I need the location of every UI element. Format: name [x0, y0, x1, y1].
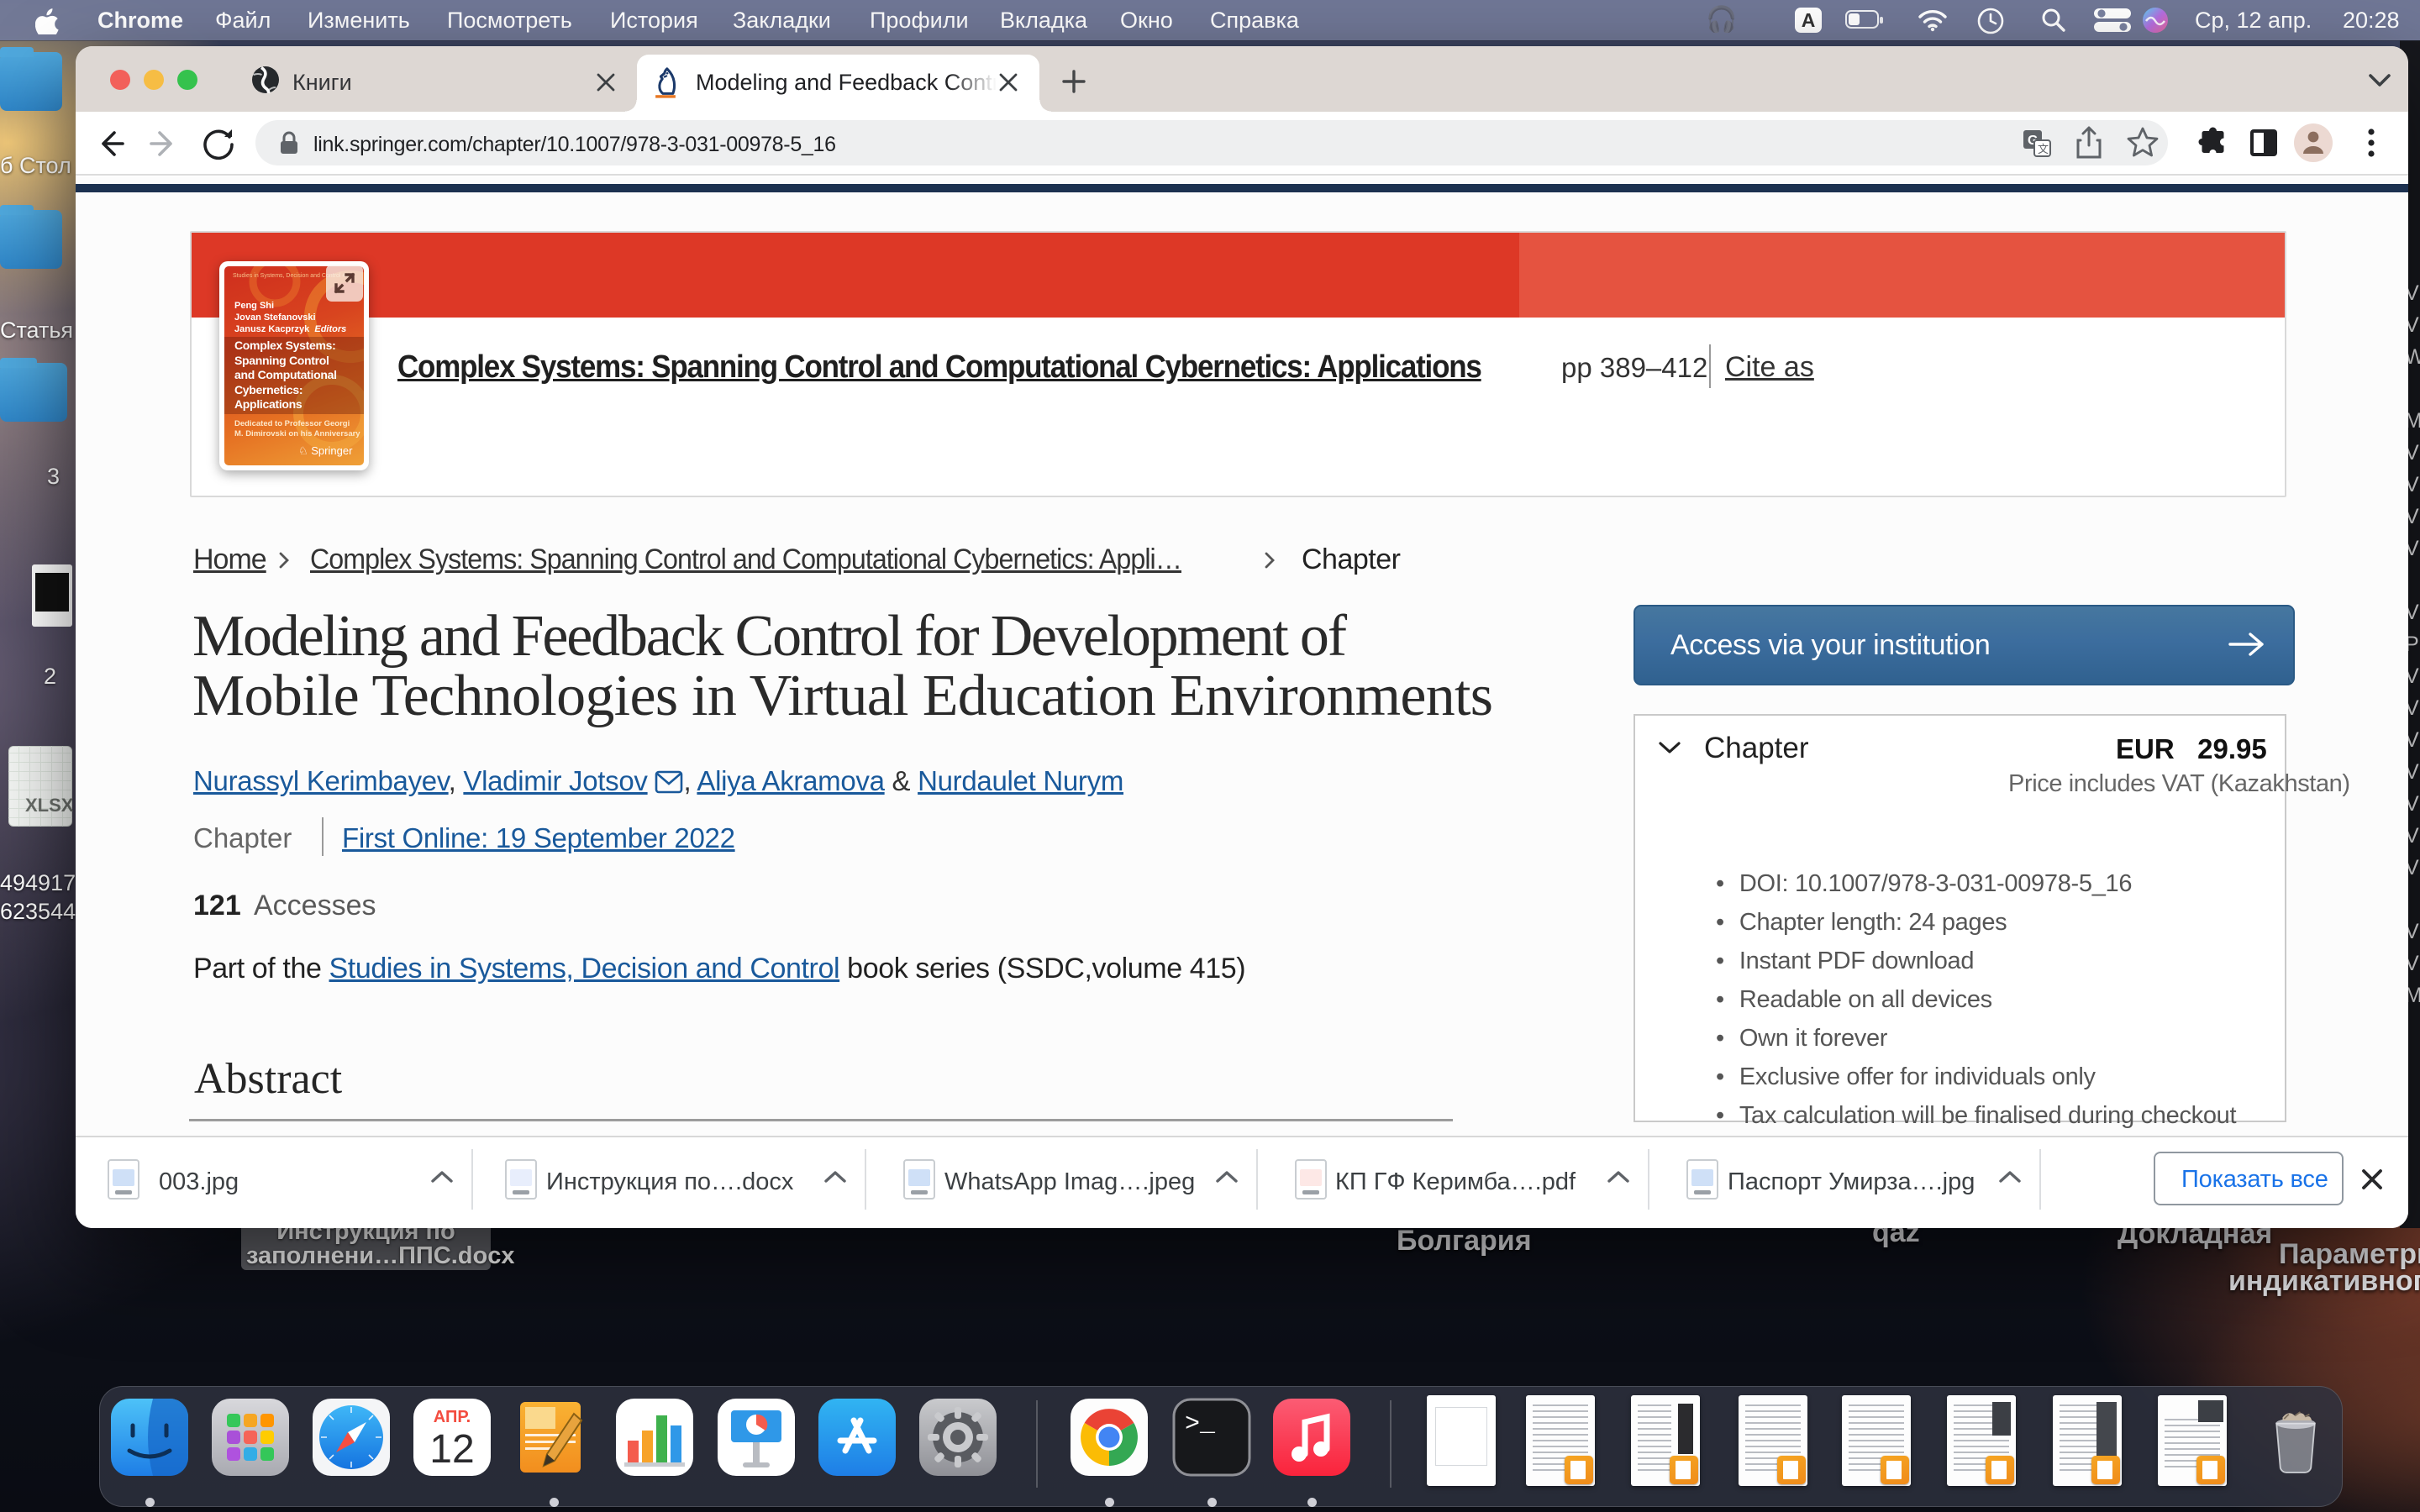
svg-text:12: 12 [429, 1427, 474, 1472]
svg-text:АПР.: АПР. [434, 1408, 471, 1426]
svg-text:文: 文 [2038, 143, 2049, 155]
svg-text:>_: >_ [1185, 1410, 1216, 1439]
